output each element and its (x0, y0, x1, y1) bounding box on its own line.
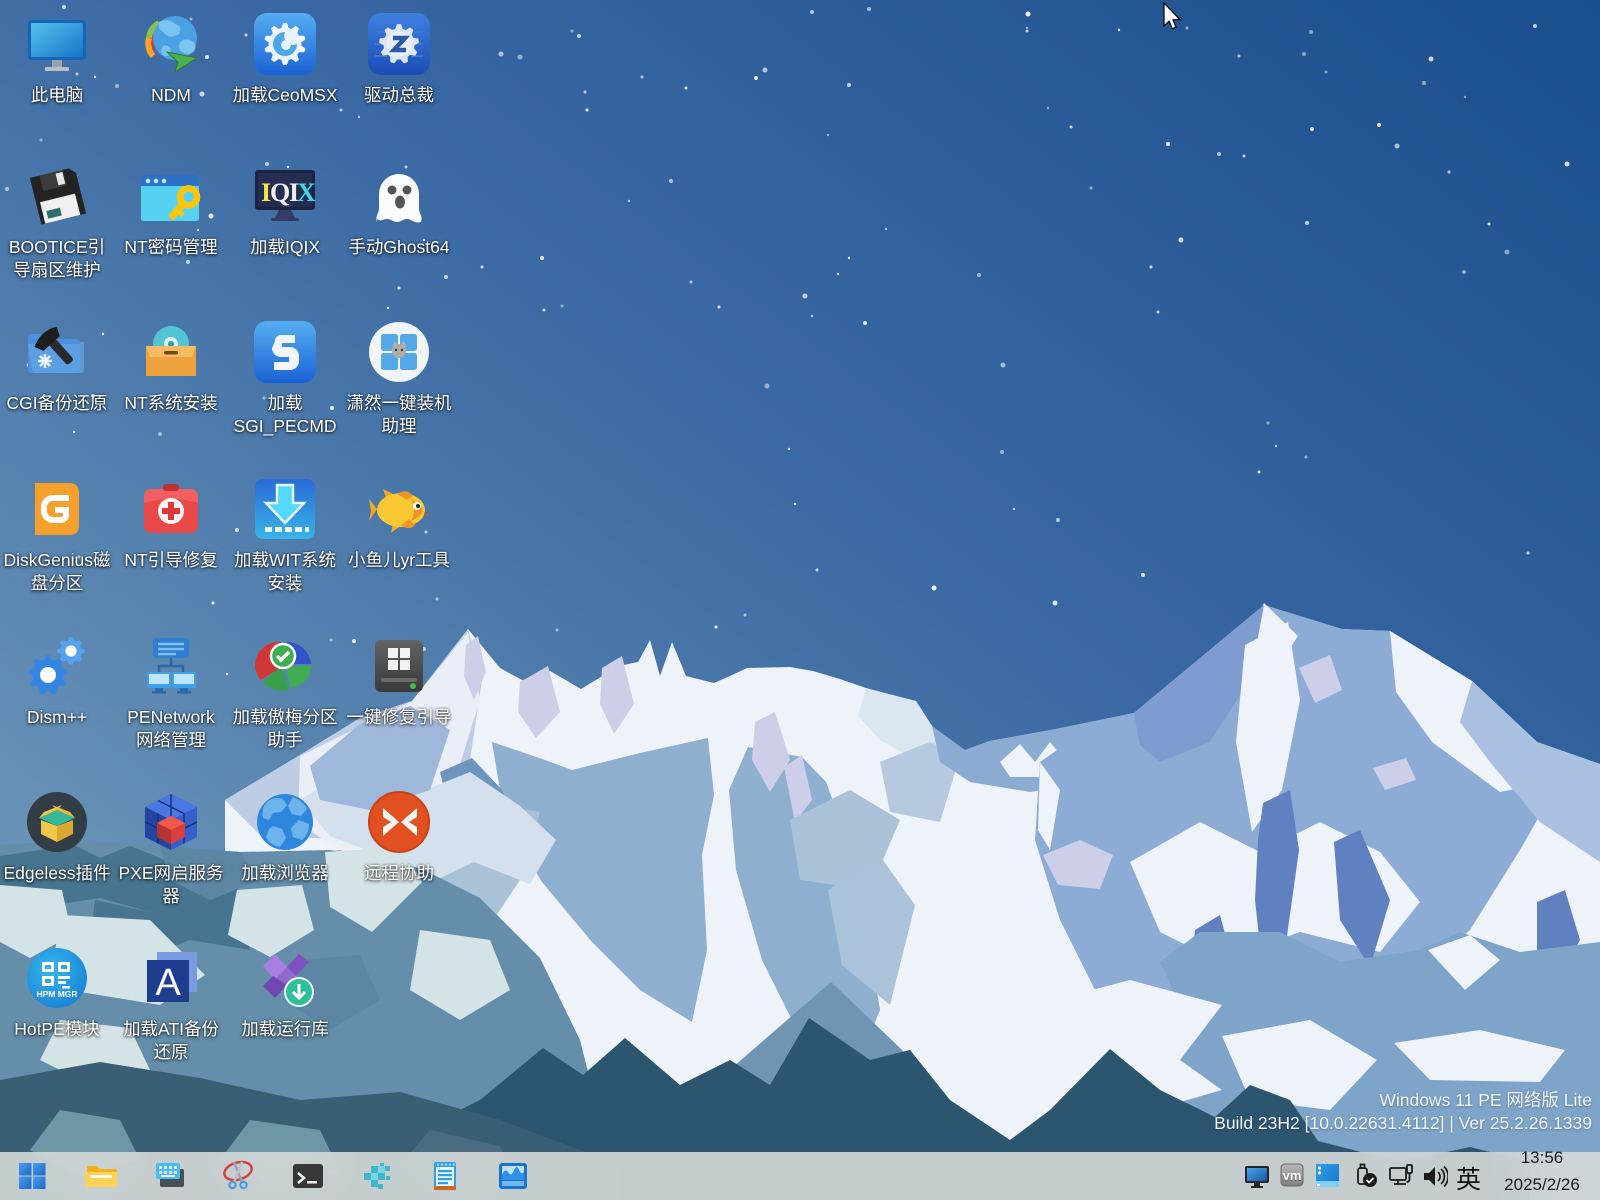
svg-text:X: X (297, 178, 316, 207)
svg-text:HPM MGR: HPM MGR (36, 989, 77, 999)
svg-text:Q: Q (270, 178, 290, 207)
svg-text:A: A (155, 962, 181, 1004)
svg-text:vm: vm (1283, 1168, 1302, 1183)
